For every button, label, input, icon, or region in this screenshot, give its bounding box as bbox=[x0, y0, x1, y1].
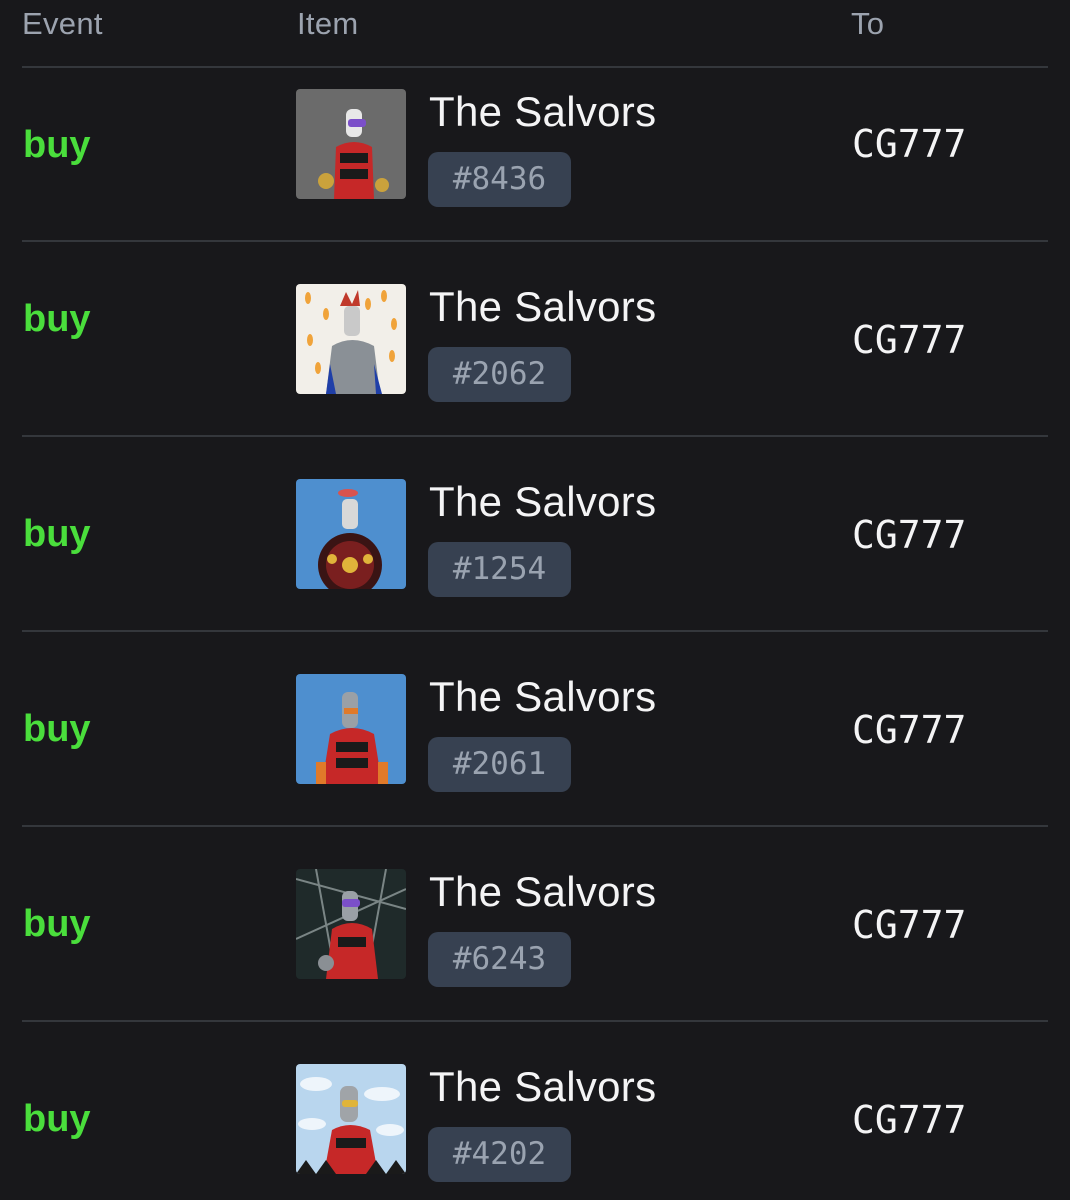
event-type: buy bbox=[23, 298, 91, 340]
recipient-address[interactable]: CG777 bbox=[852, 708, 966, 752]
recipient-address[interactable]: CG777 bbox=[852, 318, 966, 362]
token-id-badge: #6243 bbox=[428, 932, 571, 987]
token-id-badge: #8436 bbox=[428, 152, 571, 207]
nft-thumbnail[interactable] bbox=[296, 1064, 406, 1174]
nft-thumbnail[interactable] bbox=[296, 284, 406, 394]
token-id-badge: #2061 bbox=[428, 737, 571, 792]
recipient-address[interactable]: CG777 bbox=[852, 1098, 966, 1142]
nft-thumbnail[interactable] bbox=[296, 674, 406, 784]
collection-name[interactable]: The Salvors bbox=[429, 673, 656, 721]
event-type: buy bbox=[23, 1098, 91, 1140]
salvor-robot-icon bbox=[296, 1064, 406, 1174]
salvor-robot-icon bbox=[296, 674, 406, 784]
table-row[interactable]: buy The Salvors #4202 CG777 bbox=[0, 1022, 1070, 1200]
collection-name[interactable]: The Salvors bbox=[429, 478, 656, 526]
header-to: To bbox=[851, 6, 885, 41]
token-id-badge: #4202 bbox=[428, 1127, 571, 1182]
salvor-robot-icon bbox=[296, 479, 406, 589]
activity-table: Event Item To buy The Salvors #8436 CG77… bbox=[0, 0, 1070, 1200]
collection-name[interactable]: The Salvors bbox=[429, 88, 656, 136]
recipient-address[interactable]: CG777 bbox=[852, 122, 966, 166]
event-type: buy bbox=[23, 708, 91, 750]
header-event: Event bbox=[22, 6, 103, 41]
token-id-badge: #1254 bbox=[428, 542, 571, 597]
event-type: buy bbox=[23, 124, 91, 166]
recipient-address[interactable]: CG777 bbox=[852, 903, 966, 947]
table-row[interactable]: buy The Salvors #1254 CG777 bbox=[0, 437, 1070, 630]
collection-name[interactable]: The Salvors bbox=[429, 868, 656, 916]
recipient-address[interactable]: CG777 bbox=[852, 513, 966, 557]
table-row[interactable]: buy The Salvors #2061 CG777 bbox=[0, 632, 1070, 825]
nft-thumbnail[interactable] bbox=[296, 869, 406, 979]
collection-name[interactable]: The Salvors bbox=[429, 283, 656, 331]
table-header: Event Item To bbox=[0, 0, 1070, 66]
event-type: buy bbox=[23, 903, 91, 945]
table-row[interactable]: buy The Salvors #2062 CG777 bbox=[0, 242, 1070, 435]
token-id-badge: #2062 bbox=[428, 347, 571, 402]
nft-thumbnail[interactable] bbox=[296, 89, 406, 199]
table-row[interactable]: buy The Salvors #6243 CG777 bbox=[0, 827, 1070, 1020]
table-row[interactable]: buy The Salvors #8436 CG777 bbox=[0, 68, 1070, 261]
salvor-robot-icon bbox=[296, 89, 406, 199]
header-item: Item bbox=[297, 6, 359, 41]
event-type: buy bbox=[23, 513, 91, 555]
nft-thumbnail[interactable] bbox=[296, 479, 406, 589]
salvor-robot-icon bbox=[296, 869, 406, 979]
salvor-robot-icon bbox=[296, 284, 406, 394]
collection-name[interactable]: The Salvors bbox=[429, 1063, 656, 1111]
